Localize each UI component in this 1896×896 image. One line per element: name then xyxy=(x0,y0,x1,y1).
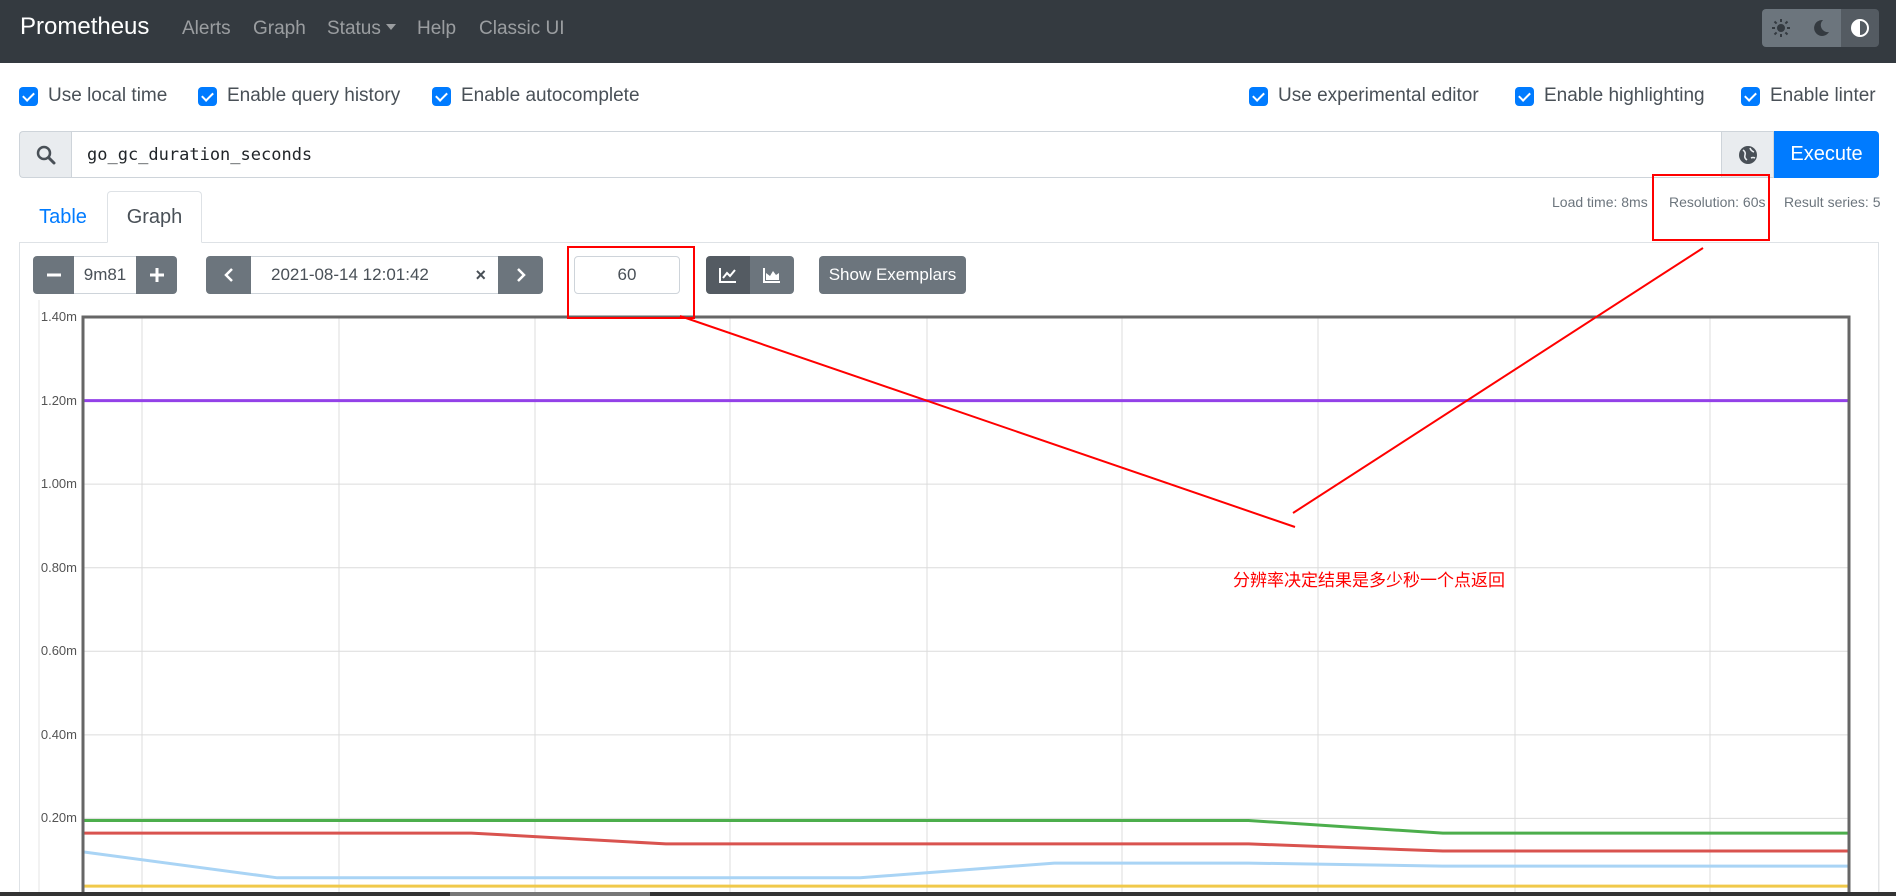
series-line-quantile-0.5 xyxy=(83,831,1849,853)
plot-border xyxy=(81,315,1851,896)
graph-chart[interactable] xyxy=(0,0,1896,896)
scrollbar-thumb[interactable] xyxy=(450,892,650,896)
series-line-quantile-0.25 xyxy=(82,850,1849,880)
tab-graph[interactable]: Graph xyxy=(107,191,202,243)
horizontal-scrollbar[interactable] xyxy=(0,892,1896,896)
annotation-text: 分辨率决定结果是多少秒一个点返回 xyxy=(1233,571,1505,591)
series-line-quantile-0.75 xyxy=(83,819,1849,835)
